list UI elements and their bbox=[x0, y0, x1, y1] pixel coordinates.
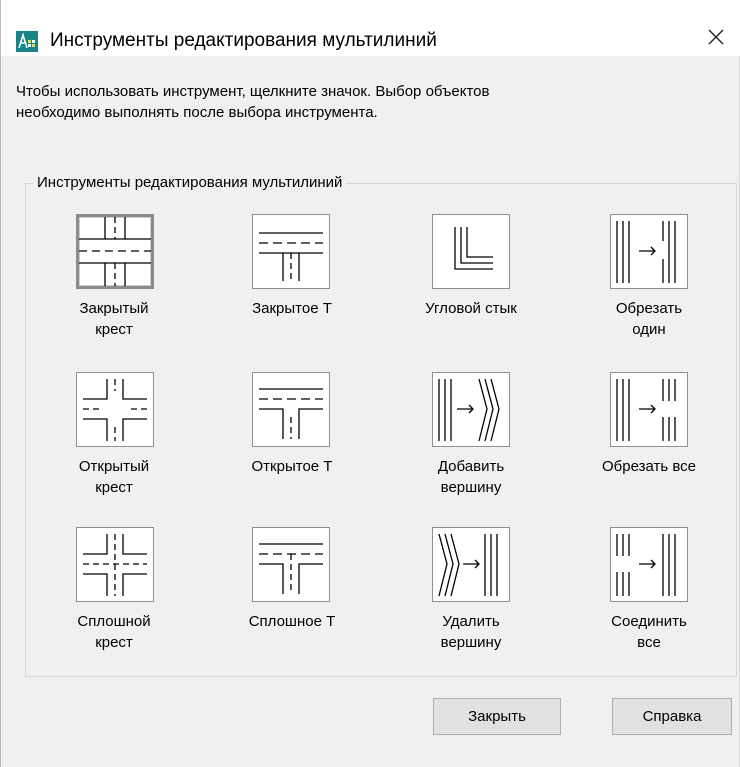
help-button[interactable]: Справка bbox=[612, 698, 732, 735]
tool-label: Сплошное Т bbox=[248, 613, 336, 630]
tool-label: Угловой стык bbox=[425, 300, 517, 317]
tool-label: Добавить вершину bbox=[437, 458, 505, 496]
corner-joint-icon[interactable] bbox=[432, 214, 510, 289]
merged-cross-icon[interactable] bbox=[76, 527, 154, 602]
title-bar: Инструменты редактирования мультилиний bbox=[1, 0, 740, 56]
closed-tee-icon[interactable] bbox=[252, 214, 330, 289]
merged-tee-icon[interactable] bbox=[252, 527, 330, 602]
tool-label: Обрезать все bbox=[602, 458, 696, 475]
window-title: Инструменты редактирования мультилиний bbox=[50, 30, 437, 51]
tool-label: Открытый крест bbox=[78, 458, 150, 496]
closed-cross-icon[interactable] bbox=[76, 214, 154, 289]
delete-vertex-icon[interactable] bbox=[432, 527, 510, 602]
add-vertex-icon[interactable] bbox=[432, 372, 510, 447]
app-icon bbox=[16, 31, 38, 52]
tool-label: Обрезать один bbox=[615, 300, 683, 338]
open-cross-icon[interactable] bbox=[76, 372, 154, 447]
tool-label: Закрытый крест bbox=[79, 300, 149, 338]
tool-label: Закрытое Т bbox=[252, 300, 332, 317]
close-button[interactable]: Закрыть bbox=[433, 698, 561, 735]
tool-label: Сплошной крест bbox=[77, 613, 151, 651]
tool-label: Удалить вершину bbox=[440, 613, 502, 651]
close-window-button[interactable] bbox=[696, 22, 736, 56]
close-icon bbox=[707, 28, 725, 51]
instruction-text: Чтобы использовать инструмент, щелкните … bbox=[16, 83, 490, 121]
tools-group-label: Инструменты редактирования мультилиний bbox=[33, 172, 347, 194]
tool-label: Открытое Т bbox=[251, 458, 333, 475]
weld-all-icon[interactable] bbox=[610, 527, 688, 602]
tool-label: Соединить все bbox=[611, 613, 687, 651]
open-tee-icon[interactable] bbox=[252, 372, 330, 447]
cut-all-icon[interactable] bbox=[610, 372, 688, 447]
cut-single-icon[interactable] bbox=[610, 214, 688, 289]
multiline-edit-dialog: Инструменты редактирования мультилиний Ч… bbox=[0, 0, 740, 767]
